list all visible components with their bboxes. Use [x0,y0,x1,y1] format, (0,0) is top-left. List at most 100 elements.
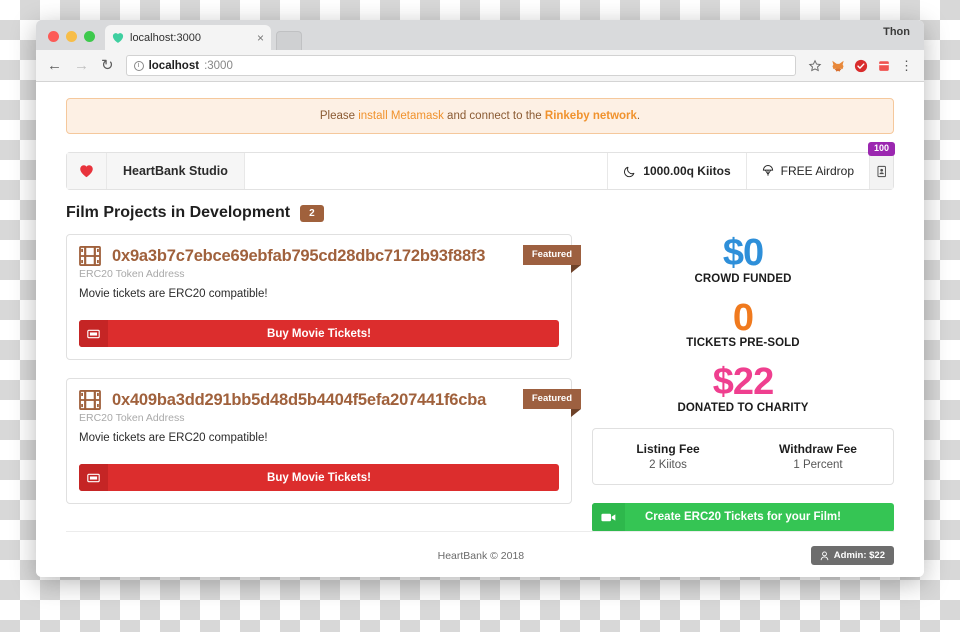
stat-value: $22 [712,361,774,404]
url-host: localhost [148,59,200,72]
project-address-caption: ERC20 Token Address [79,412,185,424]
stat-value: 0 [732,296,754,339]
buy-movie-tickets-label: Buy Movie Tickets! [267,327,371,340]
ticket-icon [87,473,100,482]
stat-crowd-funded: $0 CROWD FUNDED [592,232,894,285]
free-airdrop-label: FREE Airdrop [780,164,854,178]
project-title-row: 0x9a3b7c7ebce69ebfab795cd28dbc7172b93f88… [79,246,559,266]
footer-copyright: HeartBank © 2018 [437,549,525,562]
project-title-row: 0x409ba3dd291bb5d48d5b4404f5efa207441f6c… [79,390,559,410]
withdraw-fee-value: 1 Percent [793,458,843,471]
bookmark-star-icon[interactable] [808,59,822,73]
admin-balance-badge[interactable]: Admin: $22 [810,546,894,565]
browser-tab-strip: localhost:3000 × Thon [36,20,924,50]
create-erc20-tickets-button[interactable]: Create ERC20 Tickets for your Film! [592,502,894,532]
url-port: :3000 [204,59,233,72]
alert-suffix: . [636,110,641,122]
forward-button[interactable]: → [74,58,89,73]
window-traffic-lights [44,31,105,50]
checkmark-extension-icon[interactable] [854,59,868,73]
close-tab-icon[interactable]: × [257,32,264,44]
heart-logo-icon [80,165,93,178]
navbar-spacer [245,153,607,189]
browser-tab[interactable]: localhost:3000 × [105,25,271,50]
user-icon [820,551,829,560]
airdrop-count-badge: 100 [867,142,895,156]
stat-value: $0 [722,232,764,274]
stat-tickets-presold: 0 TICKETS PRE-SOLD [592,296,894,350]
content-columns: Featured 0x9a3b7c7ebce69ebfab795cd28dbc7… [66,232,894,532]
alert-prefix: Please [319,110,359,122]
project-card-body: 0x409ba3dd291bb5d48d5b4404f5efa207441f6c… [67,379,571,454]
browser-toolbar: ← → ↻ i localhost :3000 ⋮ [36,50,924,82]
project-card: Featured [66,234,582,360]
stat-label: TICKETS PRE-SOLD [686,337,800,350]
project-description: Movie tickets are ERC20 compatible! [79,288,268,300]
project-card: Featured [66,378,582,504]
reload-button[interactable]: ↻ [101,58,114,73]
kiitos-balance-label: 1000.00q Kiitos [643,164,731,178]
install-metamask-link[interactable]: install Metamask [358,110,444,122]
listing-fee-value: 2 Kiitos [649,458,687,471]
ticket-icon [87,329,100,338]
project-token-address: 0x409ba3dd291bb5d48d5b4404f5efa207441f6c… [112,390,487,409]
project-description: Movie tickets are ERC20 compatible! [79,432,268,444]
browser-tab-title: localhost:3000 [130,31,201,44]
ticket-icon-box [79,464,108,491]
stat-label: DONATED TO CHARITY [677,401,809,414]
page-footer: HeartBank © 2018 Admin: $22 [66,531,894,565]
buy-movie-tickets-button[interactable]: Buy Movie Tickets! [79,320,559,347]
projects-column: Featured 0x9a3b7c7ebce69ebfab795cd28dbc7… [66,234,582,522]
maximize-window-button[interactable] [84,31,95,42]
project-address-caption: ERC20 Token Address [79,268,185,280]
heart-favicon-icon [112,32,124,43]
moon-icon [624,166,635,177]
alert-middle: and connect to the [443,110,545,122]
metamask-fox-icon[interactable] [831,59,845,73]
red-extension-icon[interactable] [877,59,891,73]
app-navbar: HeartBank Studio 1000.00q Kiitos FREE Ai… [66,142,895,190]
featured-ribbon: Featured [522,245,582,275]
stat-donated-to-charity: $22 DONATED TO CHARITY [592,363,894,414]
navbar-brand-label[interactable]: HeartBank Studio [107,153,245,189]
browser-window: localhost:3000 × Thon ← → ↻ i localhost:… [36,20,924,577]
video-camera-icon [601,513,616,521]
project-token-address: 0x9a3b7c7ebce69ebfab795cd28dbc7172b93f88… [112,246,486,265]
video-icon-box [592,502,625,532]
address-book-button[interactable]: 100 [867,142,895,189]
rinkeby-network-link[interactable]: Rinkeby network [545,110,637,122]
parachute-icon [762,165,773,176]
address-book-icon [877,165,886,177]
address-bar[interactable]: i localhost :3000 [125,55,796,76]
create-erc20-tickets-label: Create ERC20 Tickets for your Film! [645,511,841,524]
ticket-icon-box [79,320,108,347]
page-viewport: Please install Metamask and connect to t… [36,82,924,577]
stats-column: $0 CROWD FUNDED 0 TICKETS PRE-SOLD $22 D… [592,232,894,532]
browser-extension-icons: ⋮ [808,59,913,73]
minimize-window-button[interactable] [66,31,77,42]
film-strip-icon [79,246,101,266]
stat-label: CROWD FUNDED [694,272,792,285]
featured-ribbon: Featured [522,389,582,419]
withdraw-fee-title: Withdraw Fee [779,441,857,456]
free-airdrop-button[interactable]: FREE Airdrop [745,153,869,189]
browser-profile-name[interactable]: Thon [883,26,910,38]
back-button[interactable]: ← [47,58,62,73]
buy-movie-tickets-button[interactable]: Buy Movie Tickets! [79,464,559,491]
project-count-badge: 2 [300,204,324,222]
film-strip-icon [79,390,101,410]
listing-fee-title: Listing Fee [636,441,700,456]
site-info-icon[interactable]: i [133,60,144,71]
metamask-alert: Please install Metamask and connect to t… [66,98,894,134]
new-tab-button[interactable] [276,31,302,50]
buy-movie-tickets-label: Buy Movie Tickets! [267,471,371,484]
browser-menu-icon[interactable]: ⋮ [900,59,913,72]
brand-logo-box[interactable] [67,153,107,189]
close-window-button[interactable] [48,31,59,42]
fee-summary-box: Listing Fee 2 Kiitos Withdraw Fee 1 Perc… [592,427,894,485]
withdraw-fee-cell: Withdraw Fee 1 Percent [743,442,893,471]
project-card-body: 0x9a3b7c7ebce69ebfab795cd28dbc7172b93f88… [67,235,571,310]
listing-fee-cell: Listing Fee 2 Kiitos [593,442,743,471]
kiitos-balance[interactable]: 1000.00q Kiitos [607,153,745,189]
section-heading: Film Projects in Development 2 [66,204,894,222]
